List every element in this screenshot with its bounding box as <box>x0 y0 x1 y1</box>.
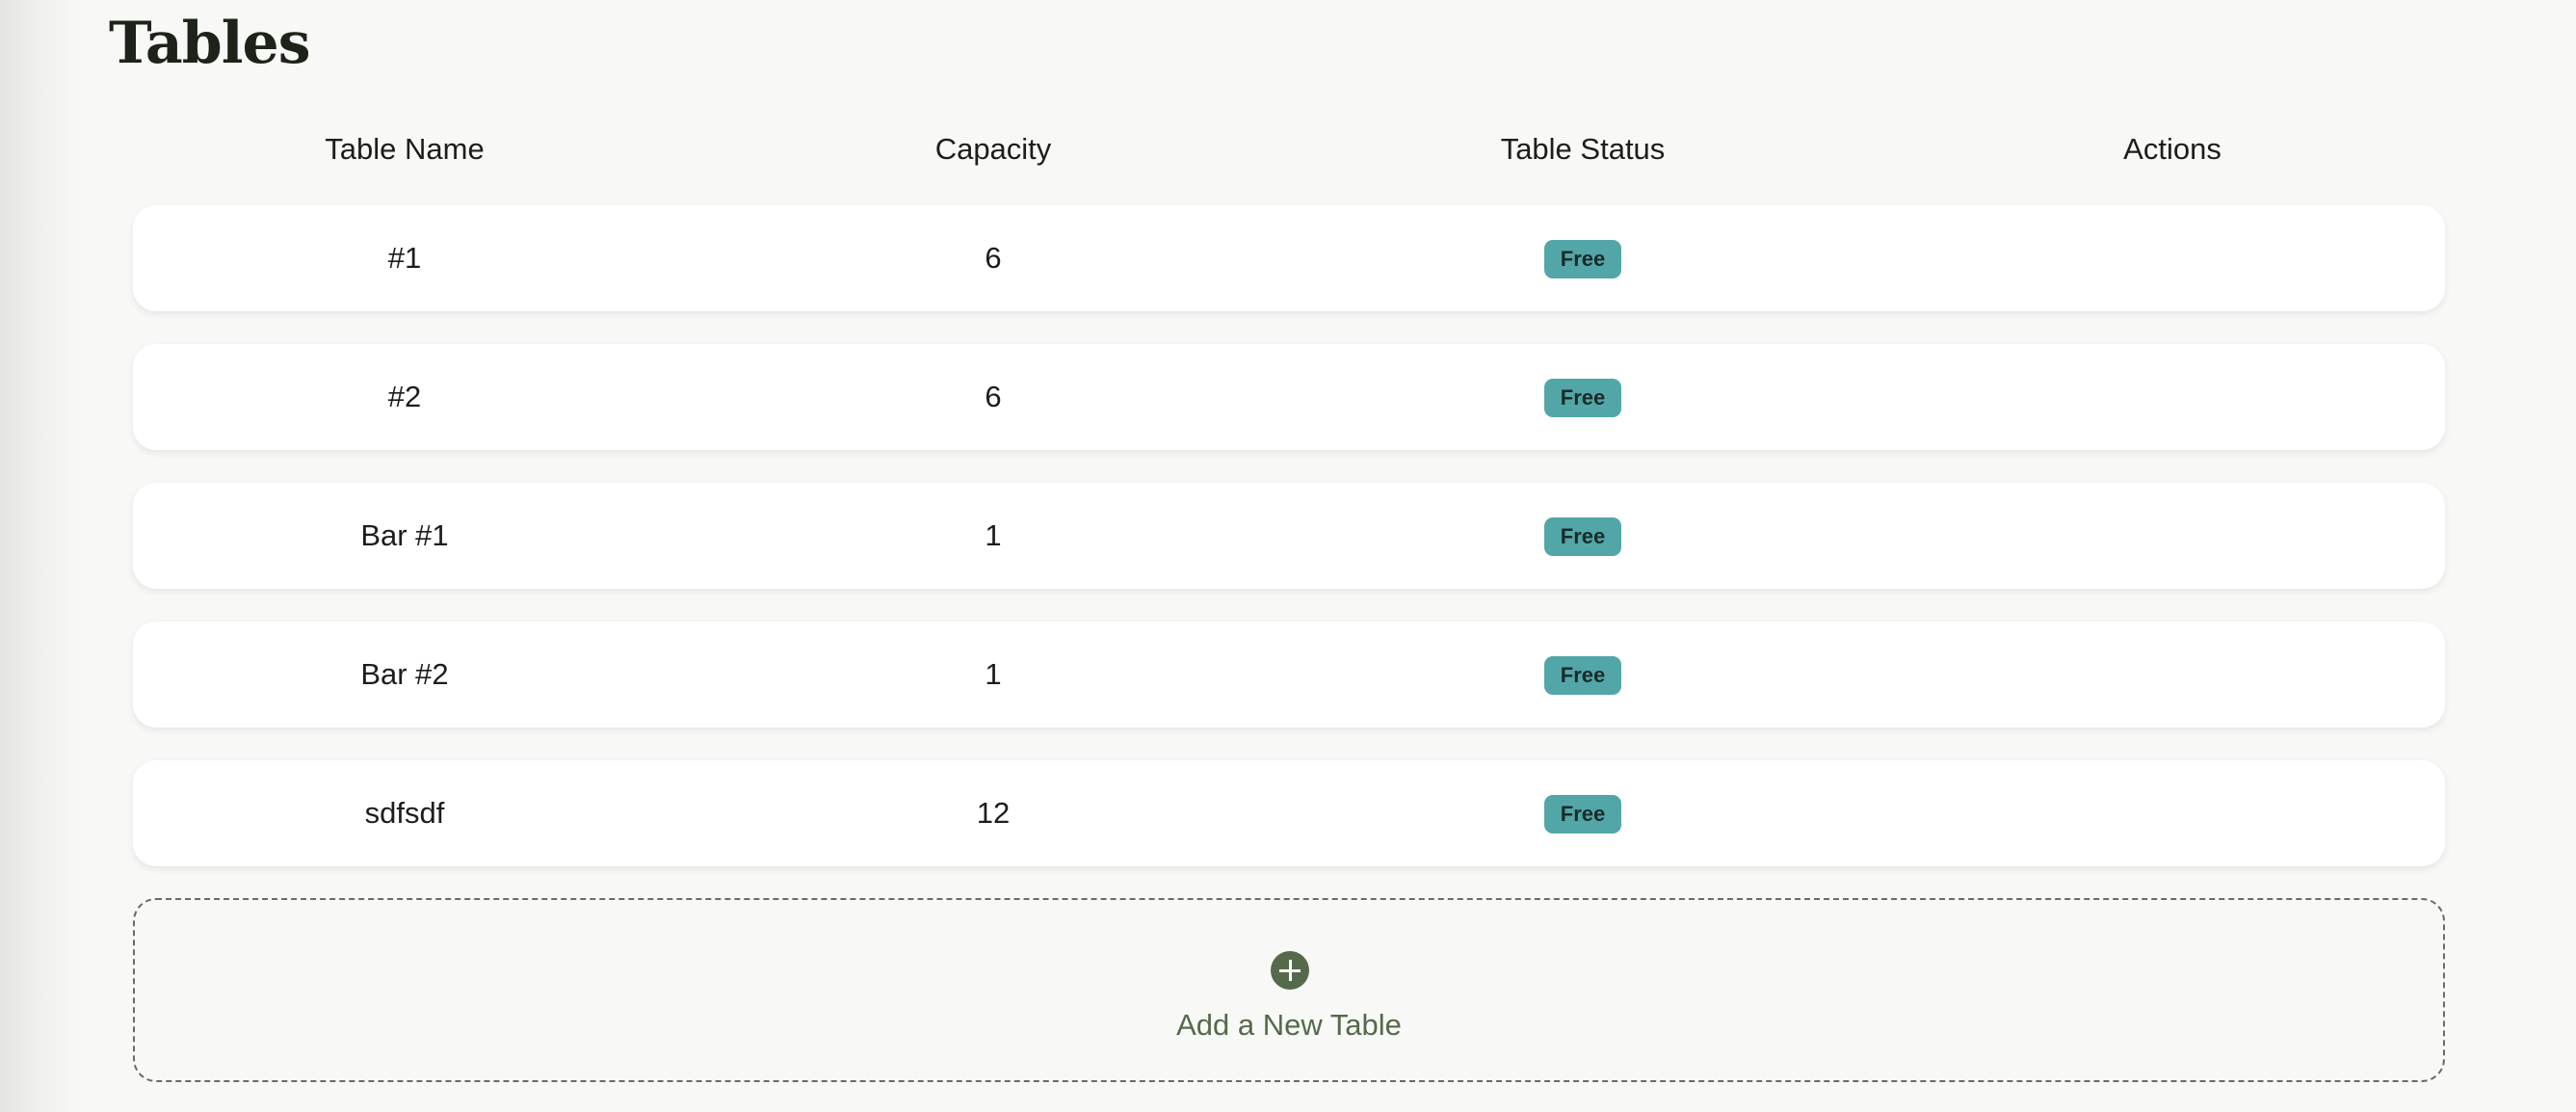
table-status-cell: Free <box>1342 344 1824 450</box>
table-name-cell: #1 <box>387 241 422 275</box>
table-name-cell: #2 <box>387 380 422 413</box>
status-badge: Free <box>1543 794 1622 834</box>
status-badge: Free <box>1543 516 1622 556</box>
column-header-table-name: Table Name <box>325 132 485 166</box>
column-header-table-status: Table Status <box>1500 132 1666 166</box>
capacity-cell: 1 <box>985 518 1002 552</box>
status-badge: Free <box>1543 378 1622 417</box>
table-rows: #1 6 Free #2 6 Free Bar #1 1 Free Bar #2… <box>133 205 2445 899</box>
capacity-cell: 12 <box>976 796 1011 830</box>
table-row[interactable]: sdfsdf 12 Free <box>133 760 2445 866</box>
status-badge: Free <box>1543 239 1622 278</box>
table-status-cell: Free <box>1342 483 1824 589</box>
table-header: Table Name Capacity Table Status Actions <box>0 125 2576 173</box>
table-row[interactable]: Bar #1 1 Free <box>133 483 2445 589</box>
column-header-actions: Actions <box>2123 132 2221 166</box>
capacity-cell: 1 <box>985 657 1002 691</box>
table-name-cell: sdfsdf <box>364 796 445 830</box>
table-name-cell: Bar #1 <box>360 518 449 552</box>
add-new-table-label[interactable]: Add a New Table <box>135 1006 2443 1045</box>
table-status-cell: Free <box>1342 760 1824 866</box>
page-title: Tables <box>109 10 310 77</box>
table-row[interactable]: #1 6 Free <box>133 205 2445 311</box>
capacity-cell: 6 <box>985 241 1002 275</box>
table-row[interactable]: #2 6 Free <box>133 344 2445 450</box>
column-header-capacity: Capacity <box>934 132 1052 166</box>
table-status-cell: Free <box>1342 622 1824 728</box>
table-name-cell: Bar #2 <box>360 657 449 691</box>
status-badge: Free <box>1543 655 1622 695</box>
capacity-cell: 6 <box>985 380 1002 413</box>
plus-circle-icon[interactable] <box>1271 951 1309 990</box>
add-new-table-button[interactable]: Add a New Table <box>133 898 2445 1082</box>
table-status-cell: Free <box>1342 205 1824 311</box>
table-row[interactable]: Bar #2 1 Free <box>133 622 2445 728</box>
